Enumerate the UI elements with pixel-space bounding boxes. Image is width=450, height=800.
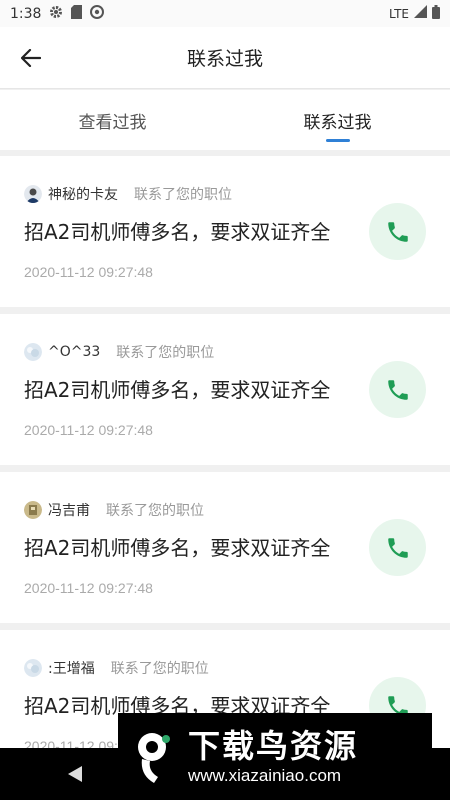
app-header: 联系过我 (0, 27, 450, 89)
contact-card[interactable]: 神秘的卡友 联系了您的职位 招A2司机师傅多名，要求双证齐全 2020-11-1… (0, 156, 450, 307)
tab-bar: 查看过我 联系过我 (0, 90, 450, 150)
status-bar: 1:38 LTE (0, 0, 450, 27)
phone-icon (387, 537, 408, 558)
user-name: ^O^33 (48, 344, 101, 360)
tab-label: 查看过我 (78, 112, 147, 133)
user-avatar (24, 185, 42, 203)
arrow-left-icon (21, 49, 41, 67)
call-button[interactable] (369, 519, 426, 576)
phone-icon (387, 379, 408, 400)
tab-label: 联系过我 (303, 112, 372, 133)
tab-viewed-me[interactable]: 查看过我 (0, 90, 225, 150)
tab-contacted-me[interactable]: 联系过我 (225, 90, 450, 150)
user-action: 联系了您的职位 (110, 661, 209, 677)
triangle-back-icon (68, 766, 82, 782)
contact-card[interactable]: ^O^33 联系了您的职位 招A2司机师傅多名，要求双证齐全 2020-11-1… (0, 314, 450, 465)
user-name: 神秘的卡友 (48, 187, 118, 203)
page-title: 联系过我 (186, 48, 263, 70)
contact-time: 2020-11-12 09:27:48 (24, 580, 153, 596)
watermark-title: 下载鸟资源 (188, 726, 359, 765)
user-avatar (24, 501, 42, 519)
sd-card-icon (71, 4, 83, 23)
user-action: 联系了您的职位 (106, 503, 204, 519)
contact-card[interactable]: 冯吉甫 联系了您的职位 招A2司机师傅多名，要求双证齐全 2020-11-12 … (0, 472, 450, 623)
user-name: 冯吉甫 (48, 503, 90, 519)
user-avatar (24, 659, 42, 677)
job-title: 招A2司机师傅多名，要求双证齐全 (24, 536, 331, 560)
watermark-logo-icon (138, 732, 170, 783)
sync-icon (90, 4, 105, 23)
contact-list: 神秘的卡友 联系了您的职位 招A2司机师傅多名，要求双证齐全 2020-11-1… (0, 156, 450, 788)
user-action: 联系了您的职位 (134, 187, 232, 203)
battery-icon (432, 4, 440, 23)
call-button[interactable] (369, 361, 426, 418)
user-name: :王增福 (48, 661, 95, 677)
back-button[interactable] (14, 41, 48, 75)
user-action: 联系了您的职位 (116, 345, 215, 361)
watermark-banner: 下载鸟资源 www.xiazainiao.com (118, 713, 432, 800)
watermark-url: www.xiazainiao.com (188, 765, 342, 785)
signal-icon (414, 5, 427, 22)
phone-icon (387, 221, 408, 242)
network-type: LTE (389, 6, 409, 21)
call-button[interactable] (369, 203, 426, 260)
status-time: 1:38 (10, 5, 42, 22)
job-title: 招A2司机师傅多名，要求双证齐全 (24, 378, 331, 402)
nav-back-button[interactable] (55, 754, 95, 794)
contact-time: 2020-11-12 09:27:48 (24, 264, 153, 280)
settings-gear-icon (49, 5, 63, 23)
contact-time: 2020-11-12 09:27:48 (24, 422, 153, 438)
tab-active-indicator (325, 139, 350, 142)
job-title: 招A2司机师傅多名，要求双证齐全 (24, 220, 331, 244)
user-avatar (24, 343, 42, 361)
